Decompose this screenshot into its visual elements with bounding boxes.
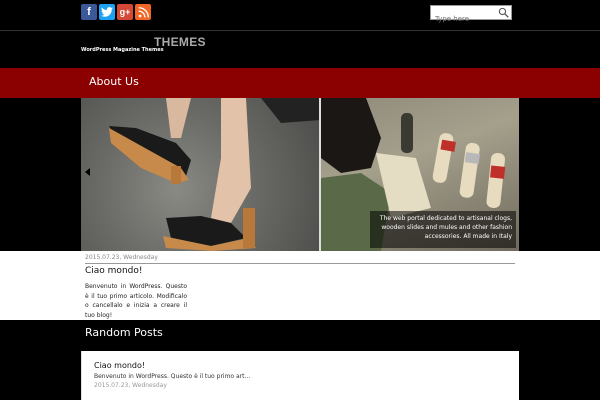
slider-prev-arrow[interactable]: [85, 168, 90, 176]
random-post-date: 2015.07.23, Wednesday: [94, 382, 167, 389]
rss-feed-icon: [138, 6, 149, 17]
search-icon[interactable]: [498, 7, 509, 18]
random-posts-heading: Random Posts: [85, 326, 163, 339]
site-tagline: WordPress Magazine Themes: [81, 47, 164, 53]
slide-image-clogs: [81, 98, 321, 251]
top-bar: f g+: [0, 0, 600, 30]
post-title-link[interactable]: Ciao mondo!: [85, 266, 142, 276]
nav-item-about[interactable]: About Us: [89, 75, 139, 88]
social-links: f g+: [81, 4, 151, 20]
googleplus-icon[interactable]: g+: [117, 4, 133, 20]
random-post-excerpt: Benvenuto in WordPress. Questo è il tuo …: [94, 373, 251, 380]
rss-icon[interactable]: [135, 4, 151, 20]
clogs-photo: [109, 98, 321, 251]
search-box: [430, 5, 512, 26]
random-post-title[interactable]: Ciao mondo!: [94, 361, 145, 370]
site-header: THEMES WordPress Magazine Themes: [0, 30, 600, 68]
post-area: 2015.07.23, Wednesday Ciao mondo! Benven…: [0, 251, 600, 320]
image-slider[interactable]: The web portal dedicated to artisanal cl…: [81, 98, 519, 251]
random-posts-section: Random Posts Ciao mondo! Benvenuto in Wo…: [0, 320, 600, 400]
random-post-card[interactable]: Ciao mondo! Benvenuto in WordPress. Ques…: [81, 351, 519, 400]
main-nav: About Us: [0, 68, 600, 98]
post-excerpt: Benvenuto in WordPress. Questo è il tuo …: [85, 283, 187, 319]
twitter-bird-icon: [101, 7, 113, 17]
post-divider: [85, 263, 515, 264]
search-input[interactable]: [431, 12, 497, 26]
post-date: 2015.07.23, Wednesday: [85, 254, 158, 261]
slider-caption: The web portal dedicated to artisanal cl…: [370, 211, 516, 248]
facebook-icon[interactable]: f: [81, 4, 97, 20]
twitter-icon[interactable]: [99, 4, 115, 20]
